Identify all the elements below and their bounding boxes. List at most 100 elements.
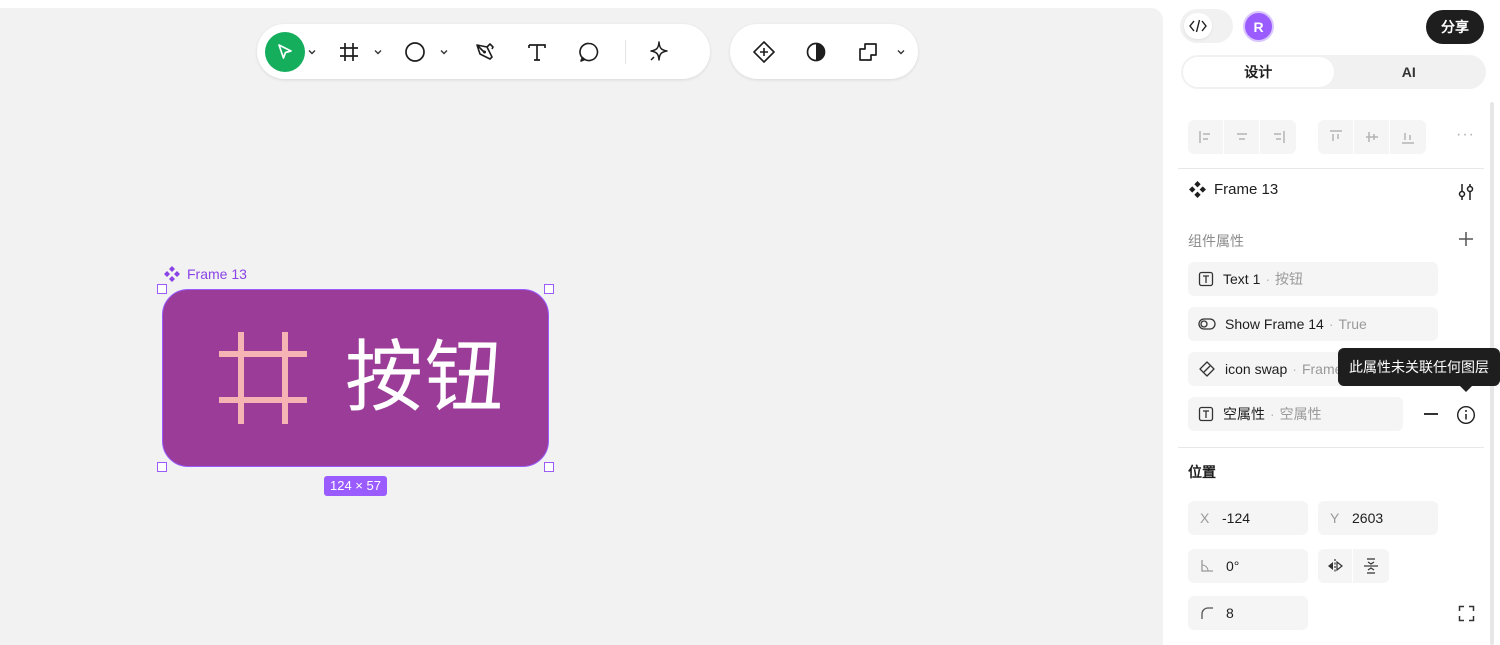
corner-radius-icon <box>1201 607 1213 619</box>
component-instance-icon <box>164 266 180 282</box>
align-left-button[interactable] <box>1188 120 1224 154</box>
frame-hash-icon <box>219 332 307 424</box>
component-settings-button[interactable] <box>1456 182 1476 207</box>
share-button[interactable]: 分享 <box>1426 10 1484 44</box>
shape-tool-button[interactable] <box>393 32 437 72</box>
align-center-horizontal-icon <box>1236 133 1247 140</box>
text-prop-icon <box>1198 271 1214 287</box>
frame-name-label[interactable]: Frame 13 <box>163 265 247 283</box>
align-right-button[interactable] <box>1260 120 1296 154</box>
resize-handle-bottom-right[interactable] <box>544 462 554 472</box>
property-separator: · <box>1270 406 1275 422</box>
selected-frame[interactable]: 按钮 <box>162 289 549 467</box>
y-position-field[interactable]: Y 2603 <box>1318 501 1438 535</box>
shape-tool-dropdown[interactable] <box>437 32 451 72</box>
property-name: icon swap <box>1225 361 1288 377</box>
dev-mode-toggle[interactable] <box>1180 9 1233 43</box>
panel-tabs: 设计 AI <box>1181 55 1486 89</box>
component-title: Frame 13 <box>1188 180 1278 199</box>
align-center-vertical-icon <box>1365 132 1378 142</box>
align-bottom-button[interactable] <box>1390 120 1426 154</box>
frame-hash-icon <box>340 42 358 61</box>
frame-label-text: Frame 13 <box>187 266 247 282</box>
comment-tool-button[interactable] <box>563 32 615 72</box>
add-property-button[interactable] <box>1457 230 1475 253</box>
property-name: Show Frame 14 <box>1225 316 1324 332</box>
independent-corners-button[interactable] <box>1458 605 1475 627</box>
chevron-down-icon <box>897 49 905 54</box>
flip-horizontal-button[interactable] <box>1318 549 1353 583</box>
avatar[interactable]: R <box>1243 11 1274 42</box>
x-position-field[interactable]: X -124 <box>1188 501 1308 535</box>
text-tool-button[interactable] <box>511 32 563 72</box>
toolbar-separator <box>625 39 626 64</box>
vertical-align-group <box>1318 120 1426 154</box>
y-field-value: 2603 <box>1352 510 1384 526</box>
resize-handle-top-right[interactable] <box>544 284 554 294</box>
component-properties-label: 组件属性 <box>1188 233 1244 249</box>
property-row-empty[interactable]: 空属性 · 空属性 <box>1188 397 1403 431</box>
align-top-button[interactable] <box>1318 120 1354 154</box>
horizontal-align-group <box>1188 120 1296 154</box>
boolean-icon <box>859 42 877 61</box>
property-name: 空属性 <box>1223 406 1265 422</box>
component-icon <box>753 40 775 63</box>
frame-tool-dropdown[interactable] <box>371 32 385 72</box>
boolean-dropdown[interactable] <box>894 32 908 72</box>
align-middle-button[interactable] <box>1354 120 1390 154</box>
toggle-prop-icon <box>1198 318 1216 330</box>
property-value: 按钮 <box>1275 271 1304 287</box>
ellipse-icon <box>405 41 425 62</box>
corner-radius-field[interactable]: 8 <box>1188 596 1308 630</box>
panel-divider <box>1178 447 1484 448</box>
y-field-prefix: Y <box>1330 510 1340 526</box>
code-icon <box>1189 19 1207 33</box>
move-tool-button[interactable] <box>265 31 305 72</box>
property-name: Text 1 <box>1223 271 1261 287</box>
component-instance-icon <box>1189 181 1206 198</box>
dev-mode-knob <box>1184 13 1212 39</box>
boolean-button[interactable] <box>842 32 894 72</box>
property-row-text1[interactable]: Text 1 · 按钮 <box>1188 262 1438 296</box>
rotation-field[interactable]: 0° <box>1188 549 1308 583</box>
property-separator: · <box>1292 361 1297 377</box>
pen-tool-button[interactable] <box>459 32 511 72</box>
align-bottom-icon <box>1402 133 1414 144</box>
chevron-down-icon <box>440 49 448 54</box>
info-icon <box>1456 405 1476 425</box>
mask-button[interactable] <box>790 32 842 72</box>
align-right-icon <box>1274 131 1285 143</box>
property-row-show-frame[interactable]: Show Frame 14 · True <box>1188 307 1438 341</box>
frame-button-text: 按钮 <box>345 333 506 421</box>
tab-design[interactable]: 设计 <box>1183 57 1334 87</box>
resize-handle-top-left[interactable] <box>157 284 167 294</box>
flip-vertical-button[interactable] <box>1353 549 1388 583</box>
create-component-button[interactable] <box>738 32 790 72</box>
frame-size-badge: 124 × 57 <box>324 476 387 496</box>
chevron-down-icon <box>308 49 316 54</box>
flip-button-group <box>1318 549 1389 583</box>
remove-property-button[interactable] <box>1424 413 1438 415</box>
cursor-icon <box>278 43 292 59</box>
app-root: Frame 13 按钮 124 × 57 R 分享 设计 AI ··· Fram… <box>0 0 1500 645</box>
chevron-down-icon <box>374 49 382 54</box>
main-toolbar <box>257 24 710 79</box>
x-field-prefix: X <box>1200 510 1210 526</box>
align-top-icon <box>1329 130 1342 141</box>
frame-tool-button[interactable] <box>327 32 371 72</box>
rotation-angle-icon <box>1201 560 1213 572</box>
move-tool-dropdown[interactable] <box>305 32 319 72</box>
text-icon <box>528 43 546 61</box>
half-circle-icon <box>806 42 826 61</box>
flip-horizontal-icon <box>1328 559 1343 573</box>
tooltip-arrow <box>1460 386 1472 392</box>
align-center-h-button[interactable] <box>1224 120 1260 154</box>
property-info-button[interactable] <box>1456 405 1476 430</box>
text-prop-icon <box>1198 406 1214 422</box>
property-value: 空属性 <box>1279 406 1322 422</box>
corner-radius-value: 8 <box>1226 605 1234 621</box>
resize-handle-bottom-left[interactable] <box>157 462 167 472</box>
more-align-options-icon[interactable]: ··· <box>1456 126 1475 144</box>
ai-tool-button[interactable] <box>636 32 680 72</box>
tab-ai[interactable]: AI <box>1334 57 1485 87</box>
